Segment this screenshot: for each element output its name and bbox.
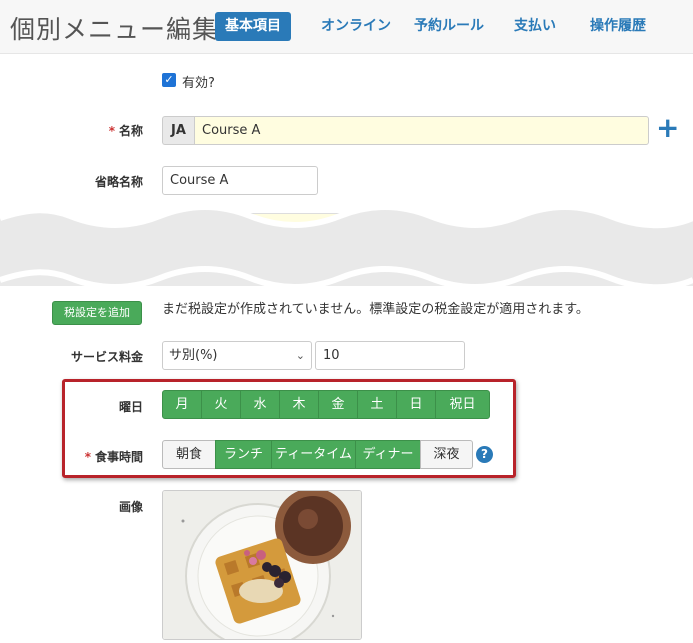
weekday-thu-button[interactable]: 木 bbox=[279, 390, 319, 419]
enabled-checkbox[interactable]: ✓ bbox=[162, 73, 176, 87]
tab-basic[interactable]: 基本項目 bbox=[215, 12, 291, 41]
image-label: 画像 bbox=[118, 500, 143, 514]
menu-image[interactable] bbox=[162, 490, 362, 640]
weekdays-label: 曜日 bbox=[118, 400, 143, 414]
abbr-input[interactable]: Course A bbox=[162, 166, 318, 195]
header-bar: 個別メニュー編集 基本項目 オンライン 予約ルール 支払い 操作履歴 bbox=[0, 0, 693, 54]
food-photo bbox=[163, 491, 361, 639]
weekday-tue-button[interactable]: 火 bbox=[201, 390, 241, 419]
meal-dinner-button[interactable]: ディナー bbox=[355, 440, 421, 469]
language-badge: JA bbox=[162, 116, 194, 145]
name-label-text: 名称 bbox=[118, 124, 143, 138]
help-icon[interactable]: ? bbox=[476, 446, 493, 463]
meal-time-label: * 食事時間 bbox=[0, 448, 143, 465]
tab-reservation-rules[interactable]: 予約ルール bbox=[404, 12, 494, 41]
chevron-down-icon: ⌄ bbox=[295, 349, 305, 362]
required-mark: * bbox=[84, 450, 91, 464]
tab-payment[interactable]: 支払い bbox=[504, 12, 566, 41]
tab-online[interactable]: オンライン bbox=[311, 12, 401, 41]
weekday-sat-button[interactable]: 土 bbox=[357, 390, 397, 419]
service-fee-input[interactable]: 10 bbox=[315, 341, 465, 370]
abbr-label: 省略名称 bbox=[94, 175, 143, 189]
meal-lunch-button[interactable]: ランチ bbox=[215, 440, 272, 469]
tax-message: まだ税設定が作成されていません。標準設定の税金設定が適用されます。 bbox=[162, 302, 589, 317]
weekday-mon-button[interactable]: 月 bbox=[162, 390, 202, 419]
meal-time-label-text: 食事時間 bbox=[94, 450, 143, 464]
service-fee-selected: サ別(%) bbox=[169, 348, 218, 363]
add-tax-button[interactable]: 税設定を追加 bbox=[52, 301, 142, 325]
enabled-label: 有効? bbox=[182, 76, 215, 91]
weekday-wed-button[interactable]: 水 bbox=[240, 390, 280, 419]
name-label: * 名称 bbox=[0, 122, 143, 139]
meal-latenight-button[interactable]: 深夜 bbox=[420, 440, 473, 469]
page-title: 個別メニュー編集 bbox=[10, 15, 219, 44]
plus-icon[interactable]: + bbox=[656, 114, 679, 142]
required-mark: * bbox=[108, 124, 115, 138]
meal-time-button-group: 朝食 ランチ ティータイム ディナー 深夜 bbox=[162, 440, 473, 469]
tab-history[interactable]: 操作履歴 bbox=[580, 12, 656, 41]
meal-breakfast-button[interactable]: 朝食 bbox=[162, 440, 216, 469]
weekday-button-group: 月 火 水 木 金 土 日 祝日 bbox=[162, 390, 490, 419]
weekday-sun-button[interactable]: 日 bbox=[396, 390, 436, 419]
name-input[interactable]: Course A bbox=[194, 116, 649, 145]
page-cut-bottom-edge bbox=[0, 262, 693, 291]
weekday-fri-button[interactable]: 金 bbox=[318, 390, 358, 419]
meal-teatime-button[interactable]: ティータイム bbox=[271, 440, 356, 469]
service-fee-select[interactable]: サ別(%) ⌄ bbox=[162, 341, 312, 370]
weekday-holiday-button[interactable]: 祝日 bbox=[435, 390, 490, 419]
service-fee-label: サービス料金 bbox=[70, 350, 143, 364]
